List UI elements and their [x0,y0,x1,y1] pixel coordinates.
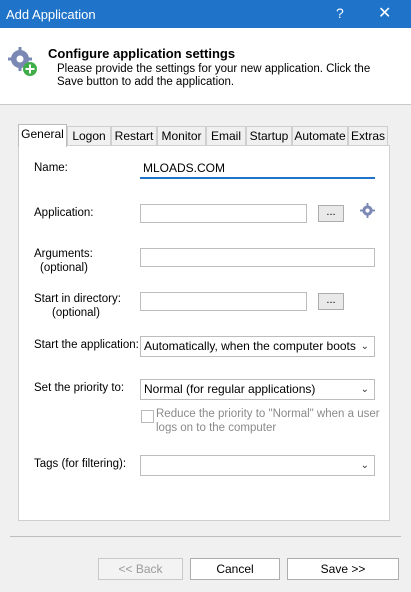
title-bar: Add Application ? ✕ [0,0,411,28]
priority-select[interactable]: Normal (for regular applications) ⌄ [140,379,375,400]
cancel-button[interactable]: Cancel [190,558,280,580]
start-directory-browse-button[interactable]: ... [318,293,344,310]
tab-email[interactable]: Email [206,126,246,145]
tab-logon[interactable]: Logon [67,126,111,145]
gear-plus-icon [8,47,37,76]
priority-label: Set the priority to: [34,382,125,394]
tab-extras[interactable]: Extras [348,126,388,145]
general-panel: Name: MLOADS.COM Application: ... Argume… [18,145,390,521]
application-browse-button[interactable]: ... [318,205,344,222]
dialog-header: Configure application settings Please pr… [0,28,411,105]
chevron-down-icon: ⌄ [360,460,369,471]
chevron-down-icon: ⌄ [360,384,369,395]
tab-automate[interactable]: Automate [292,126,348,145]
gear-icon[interactable] [360,203,375,218]
chevron-down-icon: ⌄ [360,341,369,352]
name-field[interactable]: MLOADS.COM [140,160,375,179]
tab-startup[interactable]: Startup [246,126,292,145]
window-title: Add Application [6,7,96,22]
arguments-field[interactable] [140,248,375,267]
start-application-value: Automatically, when the computer boots [144,339,356,353]
header-title: Configure application settings [48,46,236,61]
save-button[interactable]: Save >> [287,558,399,580]
arguments-label: Arguments: [34,248,93,260]
start-directory-label: Start in directory: [34,293,121,305]
header-description: Please provide the settings for your new… [57,63,371,88]
priority-value: Normal (for regular applications) [144,382,316,396]
help-button[interactable]: ? [336,5,344,21]
close-button[interactable]: ✕ [378,3,391,23]
start-application-label: Start the application: [34,339,139,351]
back-button[interactable]: << Back [98,558,183,580]
reduce-priority-checkbox[interactable] [141,410,154,423]
start-directory-optional-label: (optional) [52,307,100,319]
reduce-priority-label-line2: logs on to the computer [156,422,277,434]
tags-label: Tags (for filtering): [34,458,127,470]
tab-monitor[interactable]: Monitor [157,126,206,145]
footer-separator [10,536,401,537]
start-directory-field[interactable] [140,292,307,311]
application-label: Application: [34,207,94,219]
reduce-priority-label-line1: Reduce the priority to "Normal" when a u… [156,408,380,420]
tab-general[interactable]: General [18,124,67,147]
tags-select[interactable]: ⌄ [140,455,375,476]
arguments-optional-label: (optional) [40,262,88,274]
tab-restart[interactable]: Restart [111,126,157,145]
application-field[interactable] [140,204,307,223]
start-application-select[interactable]: Automatically, when the computer boots ⌄ [140,336,375,357]
name-label: Name: [34,162,68,174]
